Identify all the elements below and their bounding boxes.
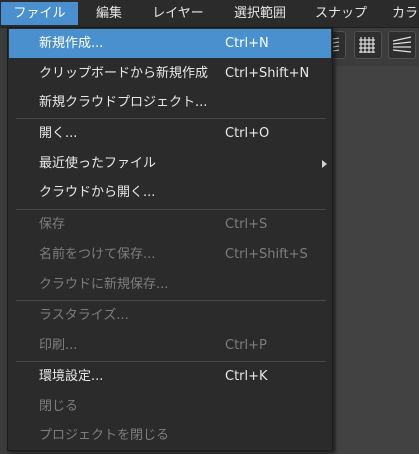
menu-item-close-project[interactable]: プロジェクトを閉じる <box>9 421 331 450</box>
menu-item-label: 新規クラウドプロジェクト... <box>39 95 208 110</box>
menu-item-preferences[interactable]: 環境設定... Ctrl+K <box>9 362 331 391</box>
menu-item-shortcut: Ctrl+Shift+S <box>225 247 308 262</box>
menu-layer[interactable]: レイヤー <box>144 2 212 25</box>
menu-edit[interactable]: 編集 <box>86 2 132 25</box>
menu-item-label: クリップボードから新規作成 <box>39 66 209 81</box>
grid-icon <box>359 37 375 53</box>
menu-item-save-to-cloud[interactable]: クラウドに新規保存... <box>9 270 331 299</box>
file-menu-dropdown: 新規作成... Ctrl+N クリップボードから新規作成 Ctrl+Shift+… <box>7 27 333 451</box>
menu-item-shortcut: Ctrl+P <box>225 338 267 353</box>
grid-tool-button[interactable] <box>354 31 382 59</box>
menu-item-shortcut: Ctrl+N <box>225 36 269 51</box>
menu-item-label: 保存 <box>39 217 66 232</box>
menu-item-shortcut: Ctrl+K <box>225 369 268 384</box>
menu-item-rasterize[interactable]: ラスタライズ... <box>9 301 331 330</box>
menu-item-label: 印刷... <box>39 338 78 353</box>
menu-snap[interactable]: スナップ <box>306 2 376 25</box>
menu-item-open-from-cloud[interactable]: クラウドから開く... <box>9 178 331 207</box>
canvas-area[interactable] <box>336 66 419 454</box>
menu-item-label: ラスタライズ... <box>39 308 129 323</box>
menu-item-new-from-clipboard[interactable]: クリップボードから新規作成 Ctrl+Shift+N <box>9 59 331 88</box>
menu-item-recent-files[interactable]: 最近使ったファイル <box>9 149 331 178</box>
menu-item-shortcut: Ctrl+Shift+N <box>225 66 310 81</box>
menu-item-label: プロジェクトを閉じる <box>39 428 170 443</box>
menu-file[interactable]: ファイル <box>1 2 78 25</box>
menu-item-label: クラウドに新規保存... <box>39 277 169 292</box>
perspective-tool-button[interactable] <box>388 31 416 59</box>
app-window: ファイル 編集 レイヤー 選択範囲 スナップ カラ 新規作成... Ctrl+N… <box>0 0 419 454</box>
menu-item-save[interactable]: 保存 Ctrl+S <box>9 210 331 239</box>
menu-item-label: 閉じる <box>39 399 79 414</box>
menu-selection[interactable]: 選択範囲 <box>226 2 294 25</box>
menu-item-shortcut: Ctrl+O <box>225 126 270 141</box>
menu-color[interactable]: カラ <box>392 2 419 25</box>
submenu-arrow-icon <box>322 160 327 168</box>
menu-bar: ファイル 編集 レイヤー 選択範囲 スナップ カラ <box>0 0 419 28</box>
menu-item-open[interactable]: 開く... Ctrl+O <box>9 119 331 148</box>
menu-item-label: クラウドから開く... <box>39 185 156 200</box>
menu-item-label: 最近使ったファイル <box>39 156 157 171</box>
menu-item-label: 環境設定... <box>39 369 104 384</box>
menu-item-new[interactable]: 新規作成... Ctrl+N <box>9 29 331 58</box>
menu-item-new-cloud-project[interactable]: 新規クラウドプロジェクト... <box>9 88 331 117</box>
menu-item-label: 開く... <box>39 126 78 141</box>
toolbar <box>324 28 419 66</box>
menu-item-shortcut: Ctrl+S <box>225 217 268 232</box>
menu-item-label: 名前をつけて保存... <box>39 247 156 262</box>
menu-item-close[interactable]: 閉じる <box>9 392 331 421</box>
perspective-icon <box>392 36 412 53</box>
menu-item-save-as[interactable]: 名前をつけて保存... Ctrl+Shift+S <box>9 240 331 269</box>
menu-item-label: 新規作成... <box>39 36 104 51</box>
menu-item-print[interactable]: 印刷... Ctrl+P <box>9 331 331 360</box>
